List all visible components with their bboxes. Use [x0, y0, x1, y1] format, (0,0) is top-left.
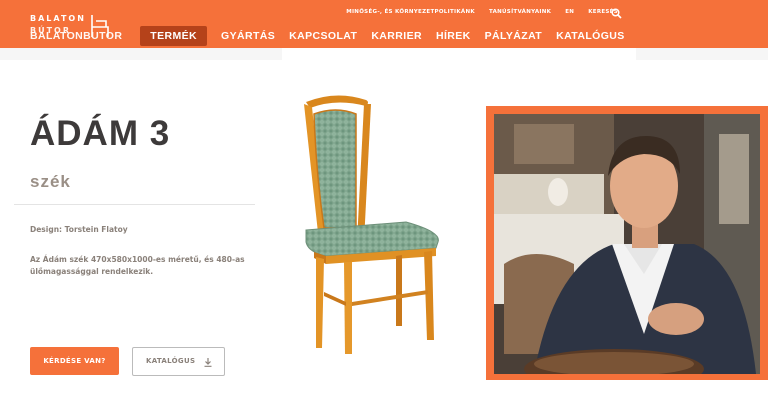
product-title: ÁDÁM 3: [30, 114, 171, 153]
page: BALATON BÚTOR MINŐSÉG-, ÉS KÖRNYEZETPOLI…: [0, 0, 768, 404]
product-image-panel: [282, 48, 636, 62]
topnav-quality-policy[interactable]: MINŐSÉG-, ÉS KÖRNYEZETPOLITIKÁNK: [346, 9, 475, 15]
search-icon[interactable]: [611, 8, 622, 19]
main-nav: BALATONBUTOR TERMÉK GYÁRTÁS KAPCSOLAT KA…: [30, 26, 639, 46]
featured-person-photo: [494, 114, 760, 374]
product-chair-image: [304, 95, 439, 354]
nav-item-kapcsolat[interactable]: KAPCSOLAT: [289, 27, 357, 45]
product-description: Az Ádám szék 470x580x1000-es méretű, és …: [30, 255, 245, 276]
topnav-language-en[interactable]: EN: [565, 9, 574, 15]
logo-word-1: BALATON: [30, 14, 86, 23]
top-utility-nav: MINŐSÉG-, ÉS KÖRNYEZETPOLITIKÁNK TANÚSÍT…: [346, 9, 618, 15]
nav-item-gyartas[interactable]: GYÁRTÁS: [221, 27, 275, 45]
topnav-certificates[interactable]: TANÚSÍTVÁNYAINK: [489, 9, 551, 15]
divider: [14, 204, 255, 205]
catalog-download-button[interactable]: KATALÓGUS: [132, 347, 225, 376]
nav-brand[interactable]: BALATONBUTOR: [30, 27, 122, 45]
nav-item-palyazat[interactable]: PÁLYÁZAT: [485, 27, 542, 45]
question-button[interactable]: KÉRDÉSE VAN?: [30, 347, 119, 375]
nav-item-termek[interactable]: TERMÉK: [140, 26, 208, 46]
catalog-button-label: KATALÓGUS: [146, 357, 196, 365]
site-header: BALATON BÚTOR MINŐSÉG-, ÉS KÖRNYEZETPOLI…: [0, 0, 768, 48]
product-designer: Design: Torstein Flatoy: [30, 225, 128, 234]
download-icon: [204, 358, 212, 367]
product-category: szék: [30, 172, 71, 191]
nav-item-katalogus[interactable]: KATALÓGUS: [556, 27, 625, 45]
nav-item-hirek[interactable]: HÍREK: [436, 27, 471, 45]
nav-item-karrier[interactable]: KARRIER: [371, 27, 422, 45]
